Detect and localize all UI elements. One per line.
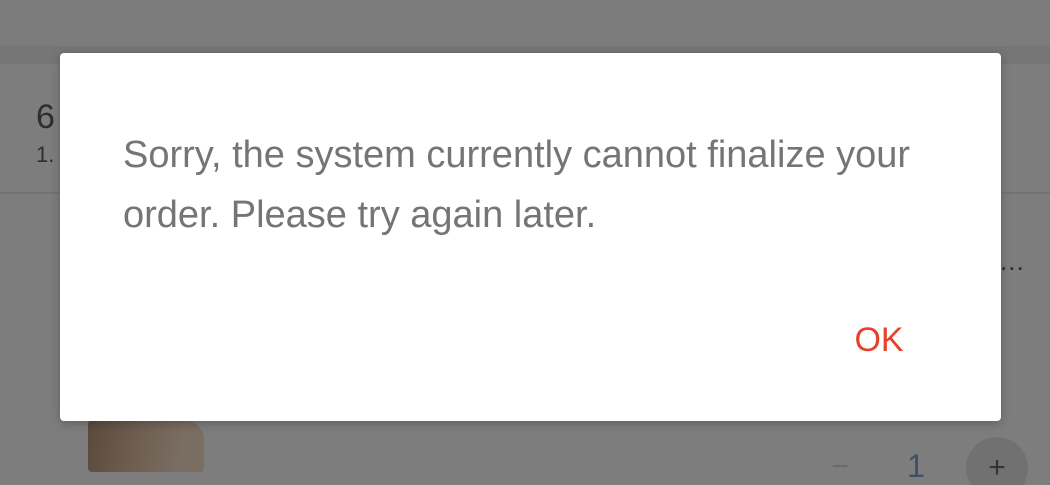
product-thumbnail — [88, 420, 204, 472]
ok-button[interactable]: OK — [834, 315, 924, 365]
screen: 6 1. ... − 1 + Sorry, the system current… — [0, 0, 1050, 485]
background-subtitle-char: 1. — [36, 142, 55, 167]
background-top-bar — [0, 0, 1050, 46]
background-overflow-ellipsis: ... — [1000, 246, 1025, 276]
dialog-message: Sorry, the system currently cannot final… — [123, 134, 911, 236]
background-title-char: 6 — [36, 98, 55, 136]
quantity-value: 1 — [907, 448, 925, 484]
background-title-fragment: 6 1. — [36, 100, 55, 168]
error-dialog: Sorry, the system currently cannot final… — [60, 53, 1001, 421]
quantity-decrement-button[interactable]: − — [822, 452, 858, 482]
